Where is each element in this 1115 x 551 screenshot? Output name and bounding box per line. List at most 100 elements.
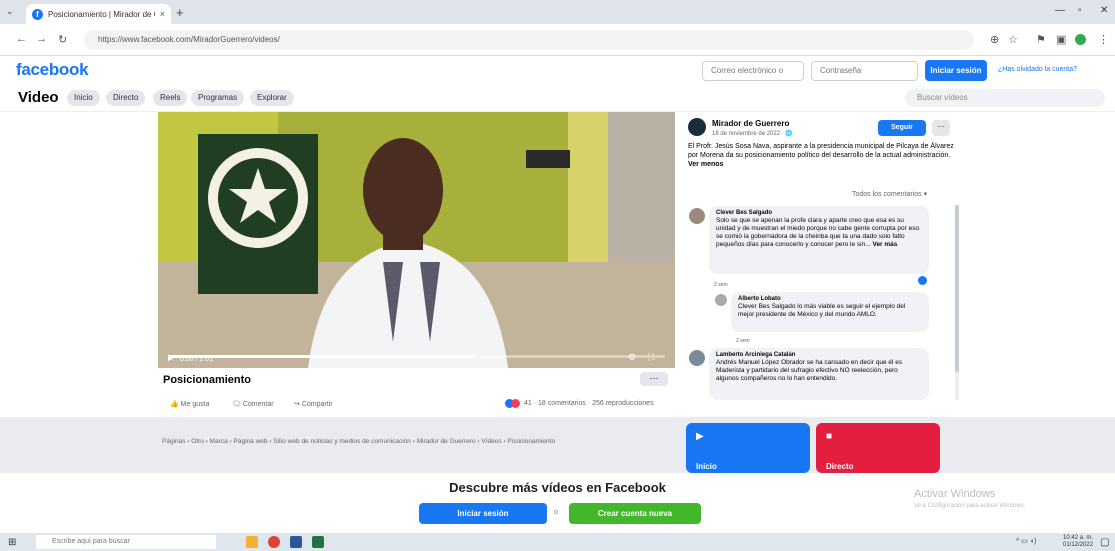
video-progress-bar[interactable] [168,355,665,358]
reply-time[interactable]: 2 sem [736,338,750,344]
comment-like-icon [918,276,927,285]
inicio-tile-label: Inicio [696,462,717,471]
like-label: Me gusta [180,401,210,408]
tab-title: Posicionamiento | Mirador de Guerrero [48,9,155,19]
like-button[interactable]: 👍 Me gusta [170,400,209,408]
settings-icon[interactable]: ⚙ [628,352,636,363]
see-more-link[interactable]: Ver más [872,241,897,248]
facebook-header: facebook Correo electrónico o teléfono C… [0,56,1115,93]
breadcrumb[interactable]: Páginas › Otro › Marca › Página web › Si… [162,437,642,447]
love-reaction-icon [511,399,520,408]
post-date[interactable]: 18 de noviembre de 2022 · 🌐 [712,130,793,137]
word-icon[interactable] [290,536,302,548]
directo-tile[interactable]: ■ Directo [816,423,940,473]
comment-author[interactable]: Clever Bes Salgado [716,210,922,216]
video-progress-fill [168,355,477,358]
promo-login-button[interactable]: Iniciar sesión [419,503,547,524]
play-icon[interactable]: ▶ [168,352,175,363]
tab-search-icon[interactable]: ⌄ [6,6,14,17]
like-icon: 👍 [170,401,181,408]
inicio-tile[interactable]: ▶ Inicio [686,423,810,473]
maximize-icon[interactable]: ▫ [1078,5,1082,16]
chrome-icon[interactable] [268,536,280,548]
comment-avatar[interactable] [689,208,705,224]
tab-explorar[interactable]: Explorar [250,90,294,106]
windows-taskbar: ⊞ Escribe aquí para buscar ^ ▭ ◖) 10:42 … [0,533,1115,551]
comment-sort-dropdown[interactable]: Todos los comentarios ▾ [852,190,927,198]
address-bar-row: ← → ↻ https://www.facebook.com/MiradorGu… [0,24,1115,56]
close-window-icon[interactable]: ✕ [1100,5,1108,16]
browser-menu-icon[interactable]: ⋮ [1098,33,1109,46]
browser-tab-bar: ⌄ f Posicionamiento | Mirador de Guerrer… [0,0,1115,24]
login-button[interactable]: Iniciar sesión [925,60,987,81]
page-name[interactable]: Mirador de Guerrero [712,119,789,128]
tab-directo[interactable]: Directo [106,90,146,106]
reply-avatar[interactable] [715,294,727,306]
comment-icon: 🗨 [232,401,243,408]
facebook-favicon-icon: f [32,8,43,20]
excel-icon[interactable] [312,536,324,548]
fullscreen-icon[interactable]: ⛶ [648,352,654,363]
reply-author[interactable]: Alberto Lobato [738,296,922,302]
tab-programas[interactable]: Programas [191,90,245,106]
new-tab-button[interactable]: + [176,5,184,20]
browser-tab[interactable]: f Posicionamiento | Mirador de Guerrero … [26,4,171,24]
create-account-button[interactable]: Crear cuenta nueva [569,503,701,524]
url-input[interactable]: https://www.facebook.com/MiradorGuerrero… [84,30,974,50]
see-less-link[interactable]: Ver menos [688,161,723,168]
system-tray-icons[interactable]: ^ ▭ ◖) [1016,537,1036,545]
reply-bubble: Alberto Lobato Clever Bes Salgado lo más… [731,292,929,332]
comment-text: Andrés Manuel López Obrador se ha cansad… [716,359,903,382]
taskbar-search-input[interactable]: Escribe aquí para buscar [36,535,216,549]
share-icon: ↪ [294,401,302,408]
comment-author[interactable]: Lamberto Arciniega Catalán [716,352,922,358]
facebook-logo[interactable]: facebook [16,60,89,80]
activate-windows-watermark: Activar Windows Ve a Configuración para … [914,488,1025,509]
notifications-icon[interactable]: ▢ [1100,537,1109,548]
video-search-input[interactable]: Buscar vídeos [905,89,1105,107]
forgot-account-link[interactable]: ¿Has olvidado la cuenta? [998,66,1077,73]
extension-icon[interactable]: ⚑ [1036,33,1046,46]
page-avatar[interactable] [688,118,706,136]
comment-button[interactable]: 🗨 Comentar [232,400,274,408]
post-description: El Profr. Jesús Sosa Nava, aspirante a l… [688,142,954,169]
comment-avatar[interactable] [689,350,705,366]
tab-reels[interactable]: Reels [153,90,188,106]
reply-text: Clever Bes Salgado lo más viable es segu… [738,303,906,318]
watermark-title: Activar Windows [914,488,996,500]
reload-icon[interactable]: ↻ [58,33,67,46]
comment-label: Comentar [242,401,274,408]
reaction-count-text: 41 · 18 comentarios · 256 reproducciones [524,400,654,407]
comment-time[interactable]: 2 sem [714,282,728,288]
tab-inicio[interactable]: Inicio [67,90,100,106]
promo-or-text: o [554,509,558,516]
video-player[interactable]: ▶ 0:00 / 2:01 ⚙ ⛶ [158,112,675,368]
tab-icon[interactable]: ▣ [1056,33,1066,46]
zoom-icon[interactable]: ⊕ [990,33,999,46]
minimize-icon[interactable]: — [1055,5,1065,16]
watermark-subtitle: Ve a Configuración para activar Windows. [914,503,1026,509]
close-tab-icon[interactable]: × [160,9,165,19]
forward-icon[interactable]: → [36,33,47,45]
bookmark-star-icon[interactable]: ☆ [1008,33,1018,46]
video-home-icon: ▶ [696,431,704,442]
clock-date: 01/12/2022 [1063,542,1094,548]
reaction-summary[interactable]: 41 · 18 comentarios · 256 reproducciones [505,399,654,408]
windows-start-icon[interactable]: ⊞ [8,537,16,548]
post-description-text: El Profr. Jesús Sosa Nava, aspirante a l… [688,143,954,159]
comments-scrollbar-thumb[interactable] [955,205,959,372]
comment-bubble: Clever Bes Salgado Solo se que se apenan… [709,206,929,274]
share-button[interactable]: ↪ Compartir [294,400,333,408]
taskbar-clock[interactable]: 10:42 a. m. 01/12/2022 [1063,535,1093,549]
directo-tile-label: Directo [826,462,854,471]
email-field[interactable]: Correo electrónico o teléfono [702,61,804,93]
file-explorer-icon[interactable] [246,536,258,548]
follow-button[interactable]: Seguir [878,120,926,136]
live-video-icon: ■ [826,431,833,442]
page-more-button[interactable]: ··· [932,120,950,136]
profile-avatar-icon[interactable] [1075,34,1086,45]
back-icon[interactable]: ← [16,33,27,45]
video-nav-bar: Video Inicio Directo Reels Programas Exp… [0,84,1115,112]
password-field[interactable]: Contraseña [811,61,918,81]
post-more-button[interactable]: ··· [640,372,668,386]
